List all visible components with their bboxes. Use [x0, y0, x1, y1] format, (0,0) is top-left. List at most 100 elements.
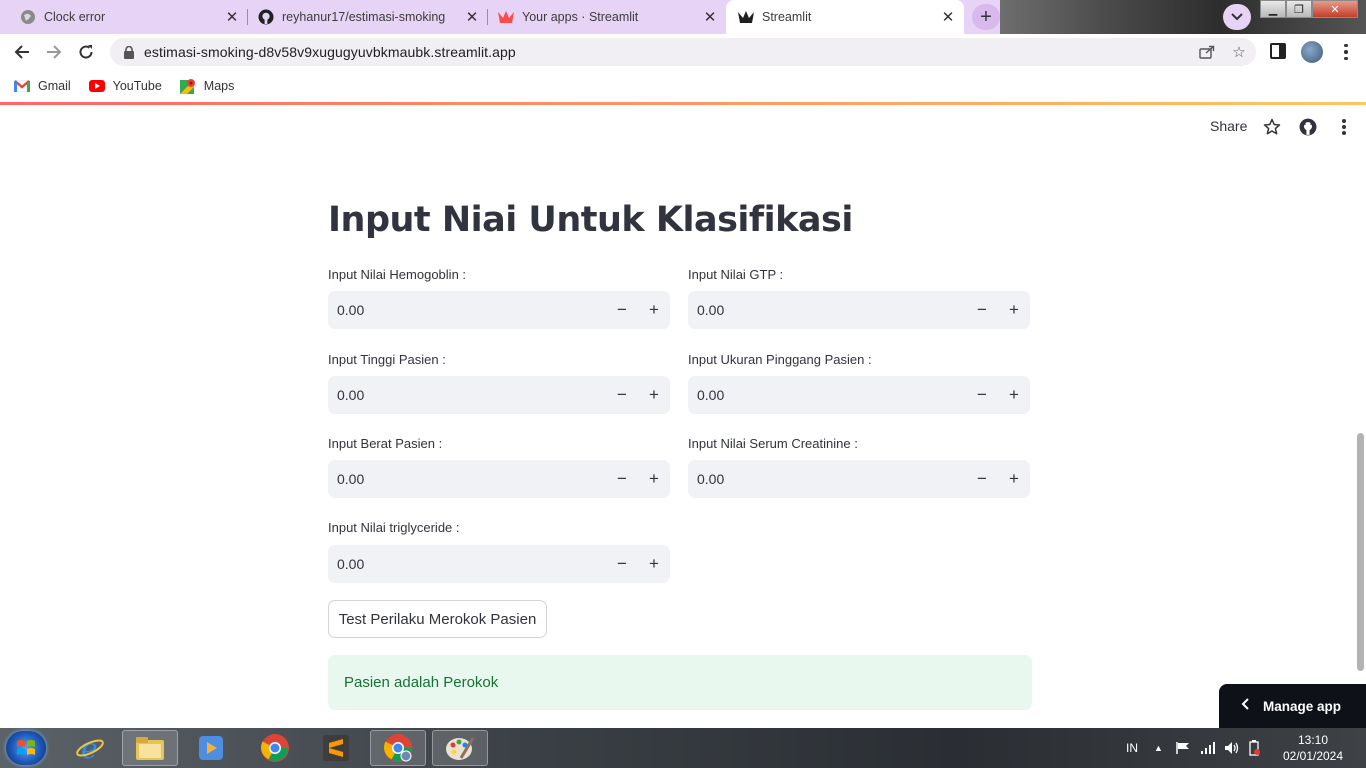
tab-streamlit-active[interactable]: Streamlit ✕ [726, 0, 964, 34]
maps-icon [179, 78, 196, 94]
tab-search-button[interactable] [1223, 4, 1251, 30]
browser-menu-icon[interactable] [1336, 41, 1356, 63]
bookmark-label: Maps [203, 79, 235, 93]
number-value[interactable]: 0.00 [328, 302, 606, 318]
decrement-button[interactable]: − [606, 376, 638, 414]
increment-button[interactable]: + [638, 376, 670, 414]
network-signal-icon[interactable] [1200, 728, 1216, 768]
increment-button[interactable]: + [998, 376, 1030, 414]
paint-palette-icon [446, 737, 475, 760]
chrome-profile-taskbar[interactable] [370, 730, 426, 766]
minimize-button[interactable]: ▁ [1260, 0, 1286, 18]
reload-button[interactable] [72, 38, 100, 66]
number-value[interactable]: 0.00 [328, 387, 606, 403]
decrement-button[interactable]: − [606, 545, 638, 583]
result-success-alert: Pasien adalah Perokok [328, 655, 1032, 710]
increment-button[interactable]: + [638, 545, 670, 583]
close-icon[interactable]: ✕ [462, 7, 482, 27]
streamlit-decoration-line [0, 102, 1366, 105]
show-hidden-icons[interactable]: ▲ [1154, 728, 1163, 768]
close-icon[interactable]: ✕ [700, 7, 720, 27]
decrement-button[interactable]: − [606, 460, 638, 498]
bookmark-star-icon[interactable]: ☆ [1231, 44, 1247, 61]
bookmark-gmail[interactable]: Gmail [14, 78, 71, 94]
side-panel-icon[interactable] [1270, 43, 1288, 61]
weight-input[interactable]: 0.00 − + [328, 460, 670, 498]
github-icon[interactable] [1298, 117, 1318, 137]
tab-title: Clock error [44, 10, 106, 24]
star-icon[interactable] [1262, 117, 1282, 137]
height-input[interactable]: 0.00 − + [328, 376, 670, 414]
lock-icon[interactable] [122, 45, 136, 59]
decrement-button[interactable]: − [966, 460, 998, 498]
page-scrollbar[interactable] [1357, 433, 1364, 671]
share-page-icon[interactable] [1199, 44, 1215, 60]
triglyceride-label: Input Nilai triglyceride : [328, 520, 460, 535]
tab-clock-error[interactable]: Clock error ✕ [0, 0, 248, 34]
browser-tab-strip: Clock error ✕ reyhanur17/estimasi-smokin… [0, 0, 1366, 34]
gmail-icon [14, 78, 30, 94]
volume-icon[interactable] [1224, 728, 1240, 768]
windows-logo-icon [17, 740, 35, 755]
increment-button[interactable]: + [638, 460, 670, 498]
decrement-button[interactable]: − [606, 291, 638, 329]
number-value[interactable]: 0.00 [328, 471, 606, 487]
paint-taskbar[interactable] [432, 730, 488, 766]
media-player-icon [199, 736, 223, 760]
close-icon[interactable]: ✕ [938, 7, 958, 27]
chevron-down-icon [1231, 13, 1243, 21]
increment-button[interactable]: + [998, 460, 1030, 498]
tab-github[interactable]: reyhanur17/estimasi-smoking ✕ [248, 0, 488, 34]
weight-label: Input Berat Pasien : [328, 436, 443, 451]
maximize-button[interactable]: ❐ [1286, 0, 1312, 18]
serum-creatinine-input[interactable]: 0.00 − + [688, 460, 1030, 498]
triglyceride-input[interactable]: 0.00 − + [328, 545, 670, 583]
bookmarks-bar: Gmail YouTube Maps [0, 70, 1366, 102]
number-value[interactable]: 0.00 [688, 387, 966, 403]
chrome-taskbar[interactable] [247, 730, 303, 766]
app-menu-icon[interactable] [1334, 117, 1354, 137]
profile-avatar[interactable] [1301, 41, 1323, 63]
number-value[interactable]: 0.00 [688, 471, 966, 487]
back-button[interactable] [8, 38, 36, 66]
internet-explorer-taskbar[interactable]: e [62, 730, 118, 766]
system-clock[interactable]: 13:10 02/01/2024 [1278, 732, 1348, 764]
manage-app-button[interactable]: Manage app [1219, 684, 1366, 728]
clock-date: 02/01/2024 [1282, 749, 1344, 763]
gtp-input[interactable]: 0.00 − + [688, 291, 1030, 329]
increment-button[interactable]: + [638, 291, 670, 329]
arrow-right-icon [47, 45, 62, 59]
forward-button[interactable] [40, 38, 68, 66]
battery-icon[interactable] [1248, 728, 1260, 768]
decrement-button[interactable]: − [966, 376, 998, 414]
new-tab-button[interactable]: + [972, 4, 1000, 30]
decrement-button[interactable]: − [966, 291, 998, 329]
action-center-flag-icon[interactable] [1175, 728, 1191, 768]
share-button[interactable]: Share [1210, 118, 1247, 134]
sublime-text-taskbar[interactable] [308, 730, 364, 766]
hemoglobin-input[interactable]: 0.00 − + [328, 291, 670, 329]
number-value[interactable]: 0.00 [328, 556, 606, 572]
bookmark-maps[interactable]: Maps [179, 78, 235, 94]
media-player-taskbar[interactable] [183, 730, 239, 766]
reload-icon [79, 45, 93, 59]
address-bar[interactable]: estimasi-smoking-d8v58v9xugugyuvbkmaubk.… [110, 38, 1256, 66]
windows-start-button[interactable] [6, 731, 46, 765]
input-language[interactable]: IN [1126, 728, 1138, 768]
close-window-button[interactable]: ✕ [1312, 0, 1358, 18]
folder-icon [136, 737, 164, 760]
bookmark-youtube[interactable]: YouTube [88, 78, 162, 94]
result-text: Pasien adalah Perokok [344, 674, 499, 691]
test-smoking-button[interactable]: Test Perilaku Merokok Pasien [328, 600, 547, 638]
close-icon[interactable]: ✕ [222, 7, 242, 27]
internet-explorer-icon: e [76, 733, 104, 763]
serum-creatinine-label: Input Nilai Serum Creatinine : [688, 436, 858, 451]
number-value[interactable]: 0.00 [688, 302, 966, 318]
arrow-left-icon [14, 45, 29, 59]
page-title: Input Niai Untuk Klasifikasi [328, 200, 853, 240]
tab-your-apps[interactable]: Your apps · Streamlit ✕ [488, 0, 726, 34]
tab-title: Streamlit [762, 10, 812, 24]
waist-input[interactable]: 0.00 − + [688, 376, 1030, 414]
increment-button[interactable]: + [998, 291, 1030, 329]
file-explorer-taskbar[interactable] [122, 730, 178, 766]
